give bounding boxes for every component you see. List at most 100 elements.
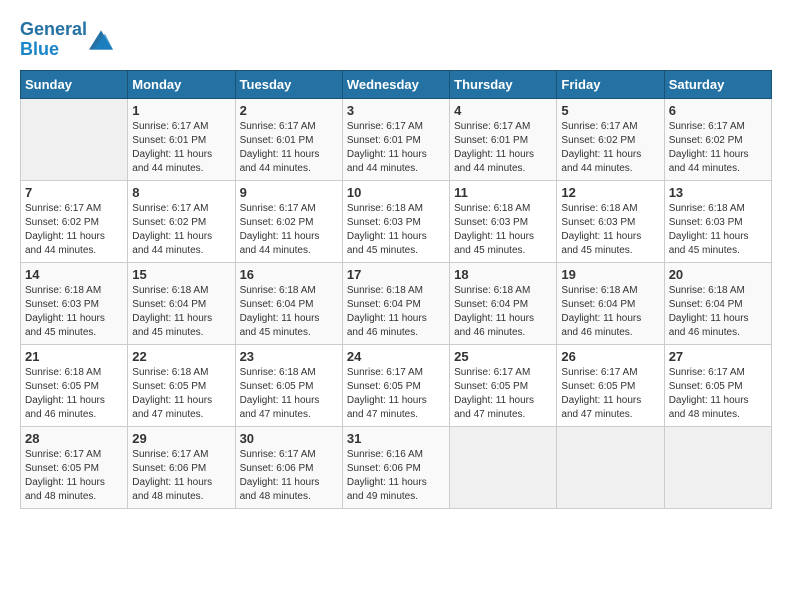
day-number: 25 — [454, 349, 552, 364]
day-detail: Sunrise: 6:17 AMSunset: 6:02 PMDaylight:… — [240, 202, 338, 258]
day-cell: 3 Sunrise: 6:17 AMSunset: 6:01 PMDaylight… — [342, 98, 449, 180]
day-cell: 25 Sunrise: 6:17 AMSunset: 6:05 PMDayligh… — [450, 344, 557, 426]
day-cell: 5Sunrise: 6:17 AMSunset: 6:02 PMDaylight… — [557, 98, 664, 180]
page-header: General Blue — [20, 20, 772, 60]
day-detail: Sunrise: 6:17 AMSunset: 6:05 PMDaylight:… — [454, 366, 552, 422]
day-number: 9 — [240, 185, 338, 200]
day-cell: 7 Sunrise: 6:17 AMSunset: 6:02 PMDaylight… — [21, 180, 128, 262]
day-cell — [664, 426, 771, 508]
day-number: 17 — [347, 267, 445, 282]
header-cell-wednesday: Wednesday — [342, 70, 449, 98]
header-cell-sunday: Sunday — [21, 70, 128, 98]
day-cell — [450, 426, 557, 508]
day-detail: Sunrise: 6:18 AMSunset: 6:05 PMDaylight:… — [25, 366, 123, 422]
day-detail: Sunrise: 6:18 AMSunset: 6:04 PMDaylight:… — [454, 284, 552, 340]
day-detail: Sunrise: 6:16 AMSunset: 6:06 PMDaylight:… — [347, 448, 445, 504]
day-number: 18 — [454, 267, 552, 282]
day-cell: 11Sunrise: 6:18 AMSunset: 6:03 PMDayligh… — [450, 180, 557, 262]
calendar-table: SundayMondayTuesdayWednesdayThursdayFrid… — [20, 70, 772, 509]
day-detail: Sunrise: 6:17 AMSunset: 6:01 PMDaylight:… — [347, 120, 445, 176]
day-number: 20 — [669, 267, 767, 282]
day-detail: Sunrise: 6:18 AMSunset: 6:04 PMDaylight:… — [347, 284, 445, 340]
day-detail: Sunrise: 6:17 AMSunset: 6:06 PMDaylight:… — [132, 448, 230, 504]
day-cell: 31 Sunrise: 6:16 AMSunset: 6:06 PMDayligh… — [342, 426, 449, 508]
day-cell: 10 Sunrise: 6:18 AMSunset: 6:03 PMDayligh… — [342, 180, 449, 262]
day-number: 12 — [561, 185, 659, 200]
header-cell-monday: Monday — [128, 70, 235, 98]
calendar-header: SundayMondayTuesdayWednesdayThursdayFrid… — [21, 70, 772, 98]
day-cell: 6Sunrise: 6:17 AMSunset: 6:02 PMDaylight… — [664, 98, 771, 180]
day-cell: 4 Sunrise: 6:17 AMSunset: 6:01 PMDaylight… — [450, 98, 557, 180]
day-number: 7 — [25, 185, 123, 200]
day-detail: Sunrise: 6:17 AMSunset: 6:05 PMDaylight:… — [561, 366, 659, 422]
day-number: 2 — [240, 103, 338, 118]
day-cell: 29 Sunrise: 6:17 AMSunset: 6:06 PMDayligh… — [128, 426, 235, 508]
day-cell: 1 Sunrise: 6:17 AMSunset: 6:01 PMDaylight… — [128, 98, 235, 180]
day-detail: Sunrise: 6:17 AMSunset: 6:01 PMDaylight:… — [454, 120, 552, 176]
day-number: 28 — [25, 431, 123, 446]
logo-text: General Blue — [20, 20, 87, 60]
day-number: 8 — [132, 185, 230, 200]
day-number: 26 — [561, 349, 659, 364]
week-row-2: 14Sunrise: 6:18 AMSunset: 6:03 PMDayligh… — [21, 262, 772, 344]
day-cell: 17 Sunrise: 6:18 AMSunset: 6:04 PMDayligh… — [342, 262, 449, 344]
day-number: 27 — [669, 349, 767, 364]
day-detail: Sunrise: 6:17 AMSunset: 6:02 PMDaylight:… — [25, 202, 123, 258]
day-cell — [21, 98, 128, 180]
day-detail: Sunrise: 6:18 AMSunset: 6:03 PMDaylight:… — [669, 202, 767, 258]
day-detail: Sunrise: 6:17 AMSunset: 6:02 PMDaylight:… — [132, 202, 230, 258]
day-number: 3 — [347, 103, 445, 118]
header-cell-thursday: Thursday — [450, 70, 557, 98]
week-row-3: 21Sunrise: 6:18 AMSunset: 6:05 PMDayligh… — [21, 344, 772, 426]
day-number: 22 — [132, 349, 230, 364]
day-cell: 2 Sunrise: 6:17 AMSunset: 6:01 PMDaylight… — [235, 98, 342, 180]
day-number: 31 — [347, 431, 445, 446]
day-cell — [557, 426, 664, 508]
day-detail: Sunrise: 6:18 AMSunset: 6:03 PMDaylight:… — [561, 202, 659, 258]
day-cell: 8 Sunrise: 6:17 AMSunset: 6:02 PMDaylight… — [128, 180, 235, 262]
day-cell: 22 Sunrise: 6:18 AMSunset: 6:05 PMDayligh… — [128, 344, 235, 426]
day-number: 16 — [240, 267, 338, 282]
day-number: 30 — [240, 431, 338, 446]
day-detail: Sunrise: 6:17 AMSunset: 6:01 PMDaylight:… — [132, 120, 230, 176]
day-cell: 28 Sunrise: 6:17 AMSunset: 6:05 PMDayligh… — [21, 426, 128, 508]
day-cell: 15Sunrise: 6:18 AMSunset: 6:04 PMDayligh… — [128, 262, 235, 344]
day-cell: 20Sunrise: 6:18 AMSunset: 6:04 PMDayligh… — [664, 262, 771, 344]
logo: General Blue — [20, 20, 113, 60]
day-cell: 27Sunrise: 6:17 AMSunset: 6:05 PMDayligh… — [664, 344, 771, 426]
header-cell-tuesday: Tuesday — [235, 70, 342, 98]
day-cell: 14Sunrise: 6:18 AMSunset: 6:03 PMDayligh… — [21, 262, 128, 344]
day-detail: Sunrise: 6:18 AMSunset: 6:05 PMDaylight:… — [240, 366, 338, 422]
calendar-body: 1 Sunrise: 6:17 AMSunset: 6:01 PMDaylight… — [21, 98, 772, 508]
day-number: 4 — [454, 103, 552, 118]
day-detail: Sunrise: 6:17 AMSunset: 6:05 PMDaylight:… — [347, 366, 445, 422]
day-cell: 12 Sunrise: 6:18 AMSunset: 6:03 PMDayligh… — [557, 180, 664, 262]
day-cell: 21Sunrise: 6:18 AMSunset: 6:05 PMDayligh… — [21, 344, 128, 426]
day-detail: Sunrise: 6:17 AMSunset: 6:05 PMDaylight:… — [25, 448, 123, 504]
day-number: 5 — [561, 103, 659, 118]
day-cell: 30 Sunrise: 6:17 AMSunset: 6:06 PMDayligh… — [235, 426, 342, 508]
header-cell-saturday: Saturday — [664, 70, 771, 98]
day-number: 15 — [132, 267, 230, 282]
day-detail: Sunrise: 6:18 AMSunset: 6:05 PMDaylight:… — [132, 366, 230, 422]
day-cell: 23 Sunrise: 6:18 AMSunset: 6:05 PMDayligh… — [235, 344, 342, 426]
day-detail: Sunrise: 6:18 AMSunset: 6:03 PMDaylight:… — [25, 284, 123, 340]
header-row: SundayMondayTuesdayWednesdayThursdayFrid… — [21, 70, 772, 98]
day-detail: Sunrise: 6:17 AMSunset: 6:01 PMDaylight:… — [240, 120, 338, 176]
day-number: 10 — [347, 185, 445, 200]
week-row-4: 28 Sunrise: 6:17 AMSunset: 6:05 PMDayligh… — [21, 426, 772, 508]
day-cell: 16 Sunrise: 6:18 AMSunset: 6:04 PMDayligh… — [235, 262, 342, 344]
day-detail: Sunrise: 6:18 AMSunset: 6:03 PMDaylight:… — [347, 202, 445, 258]
day-number: 29 — [132, 431, 230, 446]
week-row-1: 7 Sunrise: 6:17 AMSunset: 6:02 PMDaylight… — [21, 180, 772, 262]
day-number: 1 — [132, 103, 230, 118]
day-cell: 19Sunrise: 6:18 AMSunset: 6:04 PMDayligh… — [557, 262, 664, 344]
header-cell-friday: Friday — [557, 70, 664, 98]
day-number: 13 — [669, 185, 767, 200]
day-number: 6 — [669, 103, 767, 118]
day-number: 23 — [240, 349, 338, 364]
day-detail: Sunrise: 6:17 AMSunset: 6:06 PMDaylight:… — [240, 448, 338, 504]
day-cell: 24Sunrise: 6:17 AMSunset: 6:05 PMDayligh… — [342, 344, 449, 426]
day-number: 11 — [454, 185, 552, 200]
day-detail: Sunrise: 6:18 AMSunset: 6:04 PMDaylight:… — [240, 284, 338, 340]
